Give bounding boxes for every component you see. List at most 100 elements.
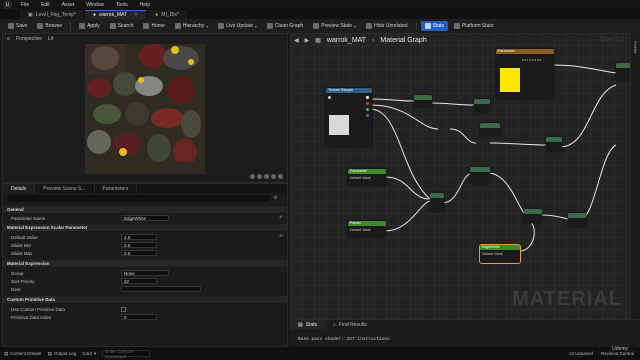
scalar-parameter-node[interactable]: Parameter Default Value — [348, 169, 386, 185]
node-body — [474, 104, 490, 111]
edge-white-parameter-node[interactable]: EdgeWhite Default Value — [479, 244, 521, 264]
close-icon[interactable]: ✕ — [134, 12, 138, 18]
math-node[interactable] — [568, 213, 586, 227]
hierarchy-button[interactable]: Hierarchy ▾ — [171, 21, 212, 31]
uv-pin[interactable] — [328, 96, 331, 99]
viewport-shape-buttons — [250, 174, 283, 179]
default-value-field[interactable]: 4.0 — [121, 234, 157, 240]
menu-window[interactable]: Window — [80, 2, 110, 8]
row-sort-priority: Sort Priority 32 — [3, 277, 287, 285]
node-body — [480, 128, 500, 135]
slider-max-field[interactable]: 0.0 — [121, 250, 157, 256]
preview-state-button[interactable]: Preview State ▾ — [309, 21, 360, 31]
reset-icon[interactable]: ↶ — [279, 215, 283, 221]
section-label: General — [7, 207, 24, 212]
output-log-button[interactable]: ▤ Output Log — [48, 351, 77, 357]
desc-field[interactable] — [121, 286, 201, 292]
reset-icon[interactable]: ↶ — [279, 234, 283, 240]
chevron-down-icon: ▾ — [206, 23, 209, 29]
content-drawer-button[interactable]: ▤ Content Drawer — [4, 351, 42, 357]
math-node[interactable] — [524, 209, 542, 223]
row-label: Sort Priority — [11, 278, 35, 284]
viewport-menu-icon[interactable]: ≡ — [7, 36, 10, 42]
color-values: 0.0 1.0 0.5 0.0 — [522, 58, 542, 62]
details-search-input[interactable] — [7, 195, 269, 202]
math-node[interactable] — [480, 123, 500, 135]
hide-unrelated-button[interactable]: Hide Unrelated — [362, 21, 411, 31]
palette-sidebar[interactable]: Palette — [630, 33, 640, 319]
node-body — [326, 93, 372, 146]
math-node[interactable] — [546, 137, 562, 151]
color-swatch[interactable] — [500, 68, 520, 92]
toolbar-divider — [415, 21, 417, 31]
preview-state-icon — [313, 23, 320, 29]
stats-label: Stats — [432, 23, 444, 29]
math-node[interactable] — [430, 193, 444, 211]
material-icon: ● — [93, 12, 97, 18]
material-instance-icon: ● — [155, 11, 159, 18]
menu-help[interactable]: Help — [134, 2, 156, 8]
tab-preview-scene[interactable]: Preview Scene S... — [35, 184, 95, 193]
console-command-input[interactable]: Enter Console Command — [102, 349, 151, 359]
perspective-button[interactable]: Perspective — [16, 36, 42, 42]
platform-stats-button[interactable]: Platform Stats — [450, 21, 497, 31]
section-material-expression[interactable]: Material Expression — [3, 260, 287, 267]
apply-button[interactable]: Apply — [75, 21, 104, 31]
settings-icon[interactable]: ⚙ — [273, 195, 279, 202]
tab-find-results[interactable]: ⌕ Find Results — [325, 320, 375, 329]
unreal-logo-icon[interactable]: U — [3, 0, 12, 9]
save-button[interactable]: Save — [4, 21, 31, 31]
math-node[interactable] — [414, 95, 432, 107]
cmd-dropdown[interactable]: Cmd ▾ — [82, 351, 96, 357]
parameter-name-field[interactable]: EdgeWhite — [121, 215, 169, 221]
lit-button[interactable]: Lit — [48, 36, 53, 42]
browse-button[interactable]: Browse — [33, 21, 66, 31]
math-node[interactable] — [474, 99, 490, 111]
clean-graph-icon — [266, 23, 273, 29]
sort-priority-field[interactable]: 32 — [121, 278, 157, 284]
home-button[interactable]: Home — [139, 21, 168, 31]
stats-panel: ▤ Stats ⌕ Find Results Base pass shader: 2… — [290, 319, 640, 347]
node-body — [470, 172, 490, 183]
texture-sample-node[interactable]: Texture Sample — [326, 88, 372, 146]
cube-icon[interactable] — [271, 174, 276, 179]
menu-tools[interactable]: Tools — [110, 2, 134, 8]
live-update-button[interactable]: Live Update ▾ — [214, 21, 261, 31]
r-pin[interactable] — [366, 102, 369, 105]
section-general[interactable]: General — [3, 206, 287, 213]
section-custom-primitive-data[interactable]: Custom Primitive Data — [3, 296, 287, 303]
material-graph-canvas[interactable]: ◀ ▶ ▦ warrok_MAT › Material Graph Zoom 1… — [290, 33, 630, 319]
math-node[interactable] — [470, 167, 490, 183]
slider-min-field[interactable]: 0.0 — [121, 242, 157, 248]
plane-icon[interactable] — [264, 174, 269, 179]
clean-graph-button[interactable]: Clean Graph — [263, 21, 307, 31]
primitive-data-index-field[interactable]: 0 — [121, 314, 157, 320]
group-dropdown[interactable]: None — [121, 270, 169, 276]
menu-file[interactable]: File — [15, 2, 35, 8]
section-scalar-parameter[interactable]: Material Expression Scalar Parameter — [3, 224, 287, 231]
b-pin[interactable] — [366, 114, 369, 117]
teapot-icon[interactable] — [278, 174, 283, 179]
output-log-label: Output Log — [54, 351, 77, 356]
menu-edit[interactable]: Edit — [35, 2, 56, 8]
tab-level-fog[interactable]: ▣ Level_Fog_Temp* — [20, 10, 85, 19]
tab-stats[interactable]: ▤ Stats — [290, 320, 326, 329]
use-custom-primitive-checkbox[interactable] — [121, 306, 126, 312]
preview-viewport[interactable]: ≡ Perspective Lit — [2, 33, 288, 183]
tab-warrok-mat[interactable]: ● warrok_MAT ✕ — [85, 10, 147, 19]
math-node[interactable] — [616, 63, 630, 81]
vector-parameter-node[interactable]: Parameter 0.0 1.0 0.5 0.0 — [496, 49, 554, 99]
content-drawer-label: Content Drawer — [10, 351, 42, 356]
unsaved-button[interactable]: 12 Unsaved — [569, 351, 593, 356]
stats-button[interactable]: Stats — [420, 21, 448, 31]
rgb-pin[interactable] — [366, 96, 369, 99]
sphere-icon[interactable] — [257, 174, 262, 179]
search-button[interactable]: Search — [106, 21, 138, 31]
menu-asset[interactable]: Asset — [56, 2, 81, 8]
tab-mi-dis[interactable]: ● MI_Dis* — [147, 10, 187, 19]
cylinder-icon[interactable] — [250, 174, 255, 179]
tab-parameters[interactable]: Parameters — [95, 184, 138, 193]
tab-details[interactable]: Details — [3, 184, 36, 193]
g-pin[interactable] — [366, 108, 369, 111]
scalar-parameter-node[interactable]: Param Default Value — [348, 221, 386, 237]
